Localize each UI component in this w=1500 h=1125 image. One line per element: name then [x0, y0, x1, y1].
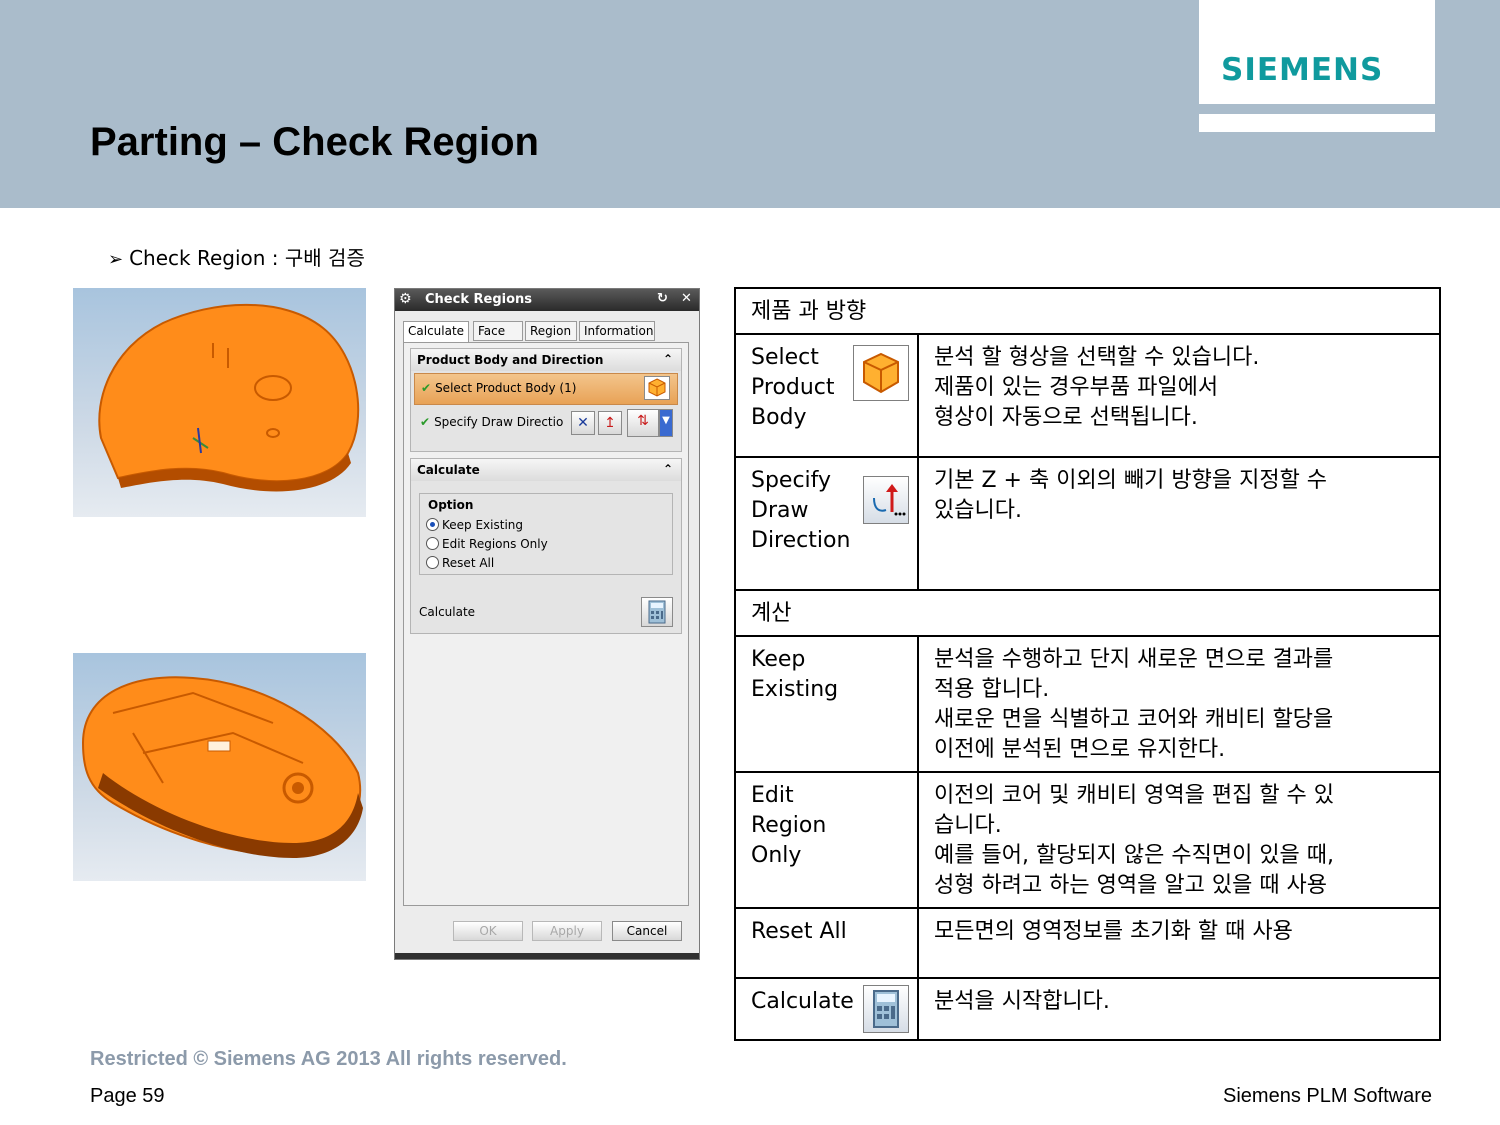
footer-page-number: Page 59 — [90, 1085, 165, 1107]
draw-direction-icon — [863, 476, 909, 524]
logo-text: SIEMENS — [1221, 52, 1384, 88]
section-row-product-direction: 제품 과 방향 — [734, 287, 1441, 335]
part-render-1 — [98, 303, 360, 492]
bullet-line: ➢ Check Region : 구배 검증 — [108, 242, 365, 271]
group-product-body: Product Body and Direction ⌃ ✔ Select Pro… — [410, 348, 682, 452]
tab-calculate[interactable]: Calculate — [403, 321, 469, 343]
table-row-keep-existing: Keep Existing 분석을 수행하고 단지 새로운 면으로 결과를 적용… — [734, 635, 1441, 773]
check-regions-dialog: ⚙ Check Regions ↻ ✕ Calculate Face Regio… — [394, 288, 700, 960]
cross-arrows-icon: ✕ — [577, 415, 589, 431]
tab-information[interactable]: Information — [579, 321, 655, 341]
option-description-cell: 기본 Z + 축 이외의 빼기 방향을 지정할 수 있습니다. — [917, 456, 1441, 591]
siemens-logo: SIEMENS — [1199, 0, 1435, 104]
calculator-icon — [863, 985, 909, 1033]
dialog-title: Check Regions — [425, 292, 533, 307]
check-icon: ✔ — [421, 381, 432, 395]
draw-direction-icon: ↥ — [604, 415, 616, 431]
slide-title: Parting – Check Region — [90, 120, 539, 164]
part-render-2 — [81, 676, 363, 858]
section-row-calculate: 계산 — [734, 589, 1441, 637]
bullet-arrow-icon: ➢ — [108, 249, 124, 270]
radio-icon — [426, 556, 439, 569]
cube-icon — [853, 345, 909, 401]
section-header: 계산 — [734, 589, 1441, 637]
cancel-button[interactable]: Cancel — [612, 921, 682, 941]
table-row-edit-region-only: Edit Region Only 이전의 코어 및 캐비티 영역을 편집 할 수… — [734, 771, 1441, 909]
calculate-button[interactable] — [641, 597, 673, 627]
specify-direction-row[interactable]: ✔ Specify Draw Directio — [420, 415, 563, 429]
vector-dialog-button[interactable]: ✕ — [571, 411, 595, 435]
gear-icon[interactable]: ⚙ — [399, 291, 412, 307]
collapse-icon[interactable]: ⌃ — [663, 462, 673, 476]
cube-icon — [648, 378, 666, 397]
radio-icon — [426, 537, 439, 550]
option-name-cell: Edit Region Only — [734, 771, 919, 909]
radio-keep-existing[interactable]: Keep Existing — [426, 518, 523, 532]
footer-company: Siemens PLM Software — [1223, 1085, 1432, 1107]
part-image-bottom-view — [73, 653, 366, 881]
ok-button[interactable]: OK — [453, 921, 523, 941]
table-row-specify-draw-direction: Specify Draw Direction 기본 Z + 축 이외의 빼기 방… — [734, 456, 1441, 591]
section-header: 제품 과 방향 — [734, 287, 1441, 335]
table-row-select-product-body: Select Product Body 분석 할 형상을 선택할 수 있습니다.… — [734, 333, 1441, 458]
group-calculate: Calculate ⌃ Option Keep Existing Edit Re… — [410, 458, 682, 634]
group-title-product-body: Product Body and Direction — [417, 353, 604, 367]
collapse-icon[interactable]: ⌃ — [663, 352, 673, 366]
option-name-cell: Calculate — [734, 977, 919, 1041]
radio-edit-regions-only[interactable]: Edit Regions Only — [426, 537, 548, 551]
option-description-cell: 분석을 수행하고 단지 새로운 면으로 결과를 적용 합니다. 새로운 면을 식… — [917, 635, 1441, 773]
option-name-cell: Reset All — [734, 907, 919, 979]
option-box: Option Keep Existing Edit Regions Only R… — [419, 493, 673, 575]
calculate-label: Calculate — [419, 605, 476, 619]
option-description-cell: 모든면의 영역정보를 초기화 할 때 사용 — [917, 907, 1441, 979]
apply-button[interactable]: Apply — [532, 921, 602, 941]
tab-region[interactable]: Region — [525, 321, 577, 341]
radio-selected-icon — [426, 518, 439, 531]
option-label: Option — [428, 498, 474, 512]
group-title-calculate: Calculate — [417, 463, 480, 477]
calculator-icon — [648, 600, 666, 624]
tab-face[interactable]: Face — [473, 321, 523, 341]
inferred-vector-button[interactable]: ↥ — [598, 411, 622, 435]
select-body-label: Select Product Body (1) — [435, 381, 577, 395]
bullet-text: Check Region : 구배 검증 — [129, 246, 365, 270]
table-row-calculate: Calculate 분석을 시작합니다. — [734, 977, 1441, 1041]
specify-direction-label: Specify Draw Directio — [434, 415, 564, 429]
reset-icon[interactable]: ↻ — [657, 291, 668, 306]
close-icon[interactable]: ✕ — [681, 291, 692, 306]
option-description-cell: 분석을 시작합니다. — [917, 977, 1441, 1041]
group-header-product-body[interactable]: Product Body and Direction ⌃ — [411, 349, 681, 371]
logo-strip — [1199, 114, 1435, 132]
description-table: 제품 과 방향 Select Product Body 분석 할 형상을 선택할… — [734, 287, 1441, 1041]
part-image-top-view — [73, 288, 366, 517]
option-name-cell: Specify Draw Direction — [734, 456, 919, 591]
group-header-calculate[interactable]: Calculate ⌃ — [411, 459, 681, 481]
cube-select-button[interactable] — [644, 376, 670, 400]
option-name-cell: Select Product Body — [734, 333, 919, 458]
dialog-bottom-bar — [395, 953, 699, 959]
radio-reset-all[interactable]: Reset All — [426, 556, 494, 570]
footer-restricted: Restricted © Siemens AG 2013 All rights … — [90, 1048, 567, 1070]
chevron-down-icon: ▼ — [662, 415, 670, 426]
option-description-cell: 분석 할 형상을 선택할 수 있습니다. 제품이 있는 경우부품 파일에서 형상… — [917, 333, 1441, 458]
dialog-body: Product Body and Direction ⌃ ✔ Select Pro… — [403, 342, 689, 906]
direction-dropdown[interactable]: ▼ — [659, 409, 673, 437]
select-product-body-row[interactable]: ✔ Select Product Body (1) — [414, 373, 678, 405]
reverse-direction-button[interactable]: ⇅ — [627, 409, 659, 437]
option-name-cell: Keep Existing — [734, 635, 919, 773]
table-row-reset-all: Reset All 모든면의 영역정보를 초기화 할 때 사용 — [734, 907, 1441, 979]
option-description-cell: 이전의 코어 및 캐비티 영역을 편집 할 수 있 습니다. 예를 들어, 할당… — [917, 771, 1441, 909]
dialog-titlebar: ⚙ Check Regions ↻ ✕ — [395, 289, 699, 311]
arrow-icon: ⇅ — [637, 413, 649, 429]
check-icon: ✔ — [420, 415, 431, 429]
